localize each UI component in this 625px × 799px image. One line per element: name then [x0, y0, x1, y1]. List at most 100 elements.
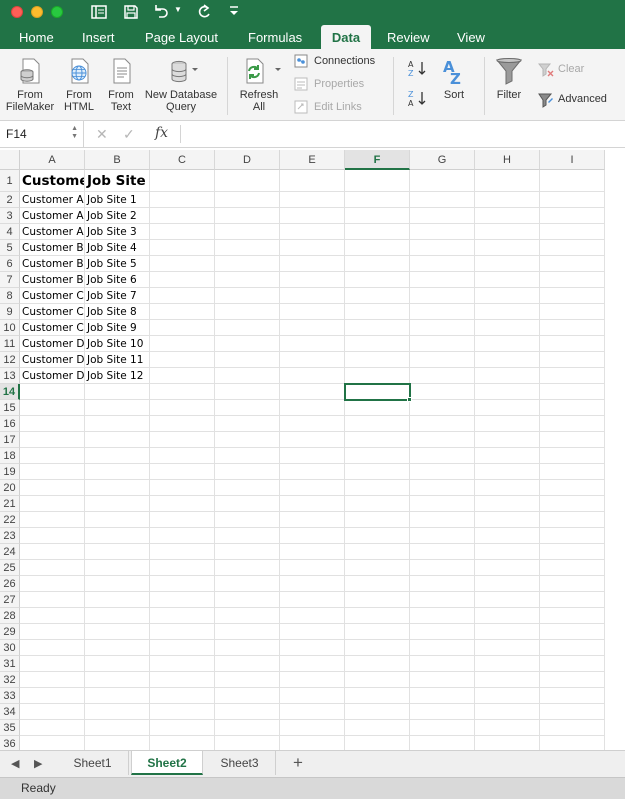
- cell-f31[interactable]: [345, 656, 410, 672]
- cell-g2[interactable]: [410, 192, 475, 208]
- cell-b24[interactable]: [85, 544, 150, 560]
- cell-b36[interactable]: [85, 736, 150, 750]
- cell-g4[interactable]: [410, 224, 475, 240]
- cell-e21[interactable]: [280, 496, 345, 512]
- cell-g11[interactable]: [410, 336, 475, 352]
- cell-d21[interactable]: [215, 496, 280, 512]
- cell-b1[interactable]: Job Site: [85, 170, 150, 192]
- row-header[interactable]: 30: [0, 640, 20, 656]
- save-icon[interactable]: [122, 3, 140, 21]
- cell-a32[interactable]: [20, 672, 85, 688]
- cell-b7[interactable]: Job Site 6: [85, 272, 150, 288]
- cell-i12[interactable]: [540, 352, 605, 368]
- cell-d15[interactable]: [215, 400, 280, 416]
- row-header[interactable]: 34: [0, 704, 20, 720]
- cell-c22[interactable]: [150, 512, 215, 528]
- cancel-entry-icon[interactable]: ✕: [96, 126, 108, 143]
- cell-h29[interactable]: [475, 624, 540, 640]
- cell-b18[interactable]: [85, 448, 150, 464]
- cell-b35[interactable]: [85, 720, 150, 736]
- cell-d11[interactable]: [215, 336, 280, 352]
- row-header[interactable]: 13: [0, 368, 20, 384]
- row-header[interactable]: 19: [0, 464, 20, 480]
- cell-h4[interactable]: [475, 224, 540, 240]
- cell-h7[interactable]: [475, 272, 540, 288]
- cell-b9[interactable]: Job Site 8: [85, 304, 150, 320]
- cell-h34[interactable]: [475, 704, 540, 720]
- cell-g36[interactable]: [410, 736, 475, 750]
- cell-f12[interactable]: [345, 352, 410, 368]
- cell-f16[interactable]: [345, 416, 410, 432]
- cell-c24[interactable]: [150, 544, 215, 560]
- cell-f5[interactable]: [345, 240, 410, 256]
- row-header[interactable]: 2: [0, 192, 20, 208]
- cell-e4[interactable]: [280, 224, 345, 240]
- cell-h30[interactable]: [475, 640, 540, 656]
- cell-c12[interactable]: [150, 352, 215, 368]
- cell-b10[interactable]: Job Site 9: [85, 320, 150, 336]
- cell-d24[interactable]: [215, 544, 280, 560]
- cell-c35[interactable]: [150, 720, 215, 736]
- cell-g24[interactable]: [410, 544, 475, 560]
- tab-home[interactable]: Home: [9, 25, 64, 49]
- name-box-stepper-icon[interactable]: ▲ ▼: [71, 125, 78, 141]
- cell-i23[interactable]: [540, 528, 605, 544]
- row-header[interactable]: 9: [0, 304, 20, 320]
- row-header[interactable]: 1: [0, 170, 20, 192]
- cell-f19[interactable]: [345, 464, 410, 480]
- cell-h9[interactable]: [475, 304, 540, 320]
- cell-b16[interactable]: [85, 416, 150, 432]
- cell-h10[interactable]: [475, 320, 540, 336]
- connections-button[interactable]: Connections: [294, 53, 375, 69]
- cell-f1[interactable]: [345, 170, 410, 192]
- customize-toolbar-icon[interactable]: [228, 4, 240, 22]
- cell-g3[interactable]: [410, 208, 475, 224]
- cell-e33[interactable]: [280, 688, 345, 704]
- cell-h8[interactable]: [475, 288, 540, 304]
- tab-insert[interactable]: Insert: [72, 25, 125, 49]
- cell-i25[interactable]: [540, 560, 605, 576]
- cell-c7[interactable]: [150, 272, 215, 288]
- cell-h24[interactable]: [475, 544, 540, 560]
- sheet-tab-sheet2[interactable]: Sheet2: [131, 751, 203, 775]
- cell-h32[interactable]: [475, 672, 540, 688]
- cell-h12[interactable]: [475, 352, 540, 368]
- cell-c15[interactable]: [150, 400, 215, 416]
- cell-e34[interactable]: [280, 704, 345, 720]
- cell-f29[interactable]: [345, 624, 410, 640]
- cell-c27[interactable]: [150, 592, 215, 608]
- from-html-button[interactable]: From HTML: [58, 56, 100, 113]
- cell-a4[interactable]: Customer A: [20, 224, 85, 240]
- cell-e5[interactable]: [280, 240, 345, 256]
- cell-b6[interactable]: Job Site 5: [85, 256, 150, 272]
- cell-f10[interactable]: [345, 320, 410, 336]
- tab-formulas[interactable]: Formulas: [238, 25, 312, 49]
- cell-a27[interactable]: [20, 592, 85, 608]
- cell-d4[interactable]: [215, 224, 280, 240]
- cell-g12[interactable]: [410, 352, 475, 368]
- cell-c20[interactable]: [150, 480, 215, 496]
- cell-d31[interactable]: [215, 656, 280, 672]
- cell-d14[interactable]: [215, 384, 280, 400]
- cell-d20[interactable]: [215, 480, 280, 496]
- cell-b28[interactable]: [85, 608, 150, 624]
- row-header[interactable]: 16: [0, 416, 20, 432]
- cell-d29[interactable]: [215, 624, 280, 640]
- cell-i4[interactable]: [540, 224, 605, 240]
- cell-f18[interactable]: [345, 448, 410, 464]
- cell-f17[interactable]: [345, 432, 410, 448]
- cell-e30[interactable]: [280, 640, 345, 656]
- cell-f4[interactable]: [345, 224, 410, 240]
- cell-e26[interactable]: [280, 576, 345, 592]
- cell-h3[interactable]: [475, 208, 540, 224]
- cell-b14[interactable]: [85, 384, 150, 400]
- cell-d16[interactable]: [215, 416, 280, 432]
- cell-i9[interactable]: [540, 304, 605, 320]
- cell-d22[interactable]: [215, 512, 280, 528]
- cell-i22[interactable]: [540, 512, 605, 528]
- cell-e35[interactable]: [280, 720, 345, 736]
- cell-f2[interactable]: [345, 192, 410, 208]
- cell-b22[interactable]: [85, 512, 150, 528]
- cell-d27[interactable]: [215, 592, 280, 608]
- cell-i13[interactable]: [540, 368, 605, 384]
